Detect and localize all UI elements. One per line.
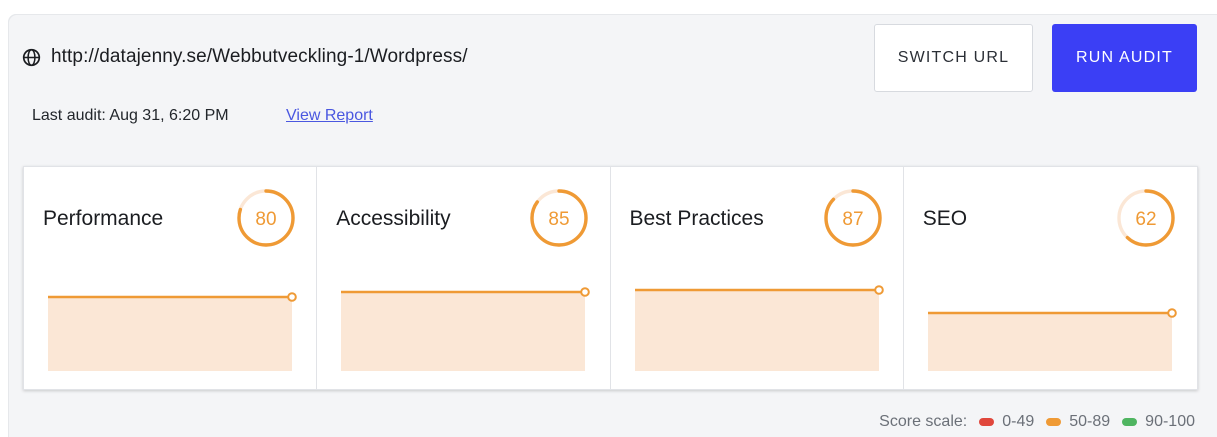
score-cards: Performance 80 Accessibility 85 Best Pra… bbox=[23, 166, 1198, 390]
card-title: SEO bbox=[922, 207, 968, 230]
audited-url: http://datajenny.se/Webbutveckling-1/Wor… bbox=[51, 46, 468, 67]
switch-url-button[interactable]: SWITCH URL bbox=[874, 24, 1033, 92]
score-value: 87 bbox=[842, 209, 863, 230]
score-trend bbox=[48, 292, 297, 371]
last-audit-text: Last audit: Aug 31, 6:20 PM bbox=[32, 107, 229, 124]
legend-label: Score scale: bbox=[879, 413, 968, 430]
card-title: Best Practices bbox=[629, 207, 764, 230]
card-title: Performance bbox=[43, 207, 164, 230]
view-report-link[interactable]: View Report bbox=[286, 107, 373, 125]
card-best-practices[interactable]: Best Practices 87 bbox=[611, 167, 904, 389]
score-gauge: 87 bbox=[823, 189, 882, 247]
score-gauge: 62 bbox=[1117, 189, 1175, 247]
green-dot-icon bbox=[1122, 418, 1138, 426]
url-row: http://datajenny.se/Webbutveckling-1/Wor… bbox=[22, 46, 468, 68]
legend-range: 0-49 bbox=[1002, 413, 1035, 430]
globe-icon bbox=[22, 48, 41, 66]
score-value: 62 bbox=[1135, 209, 1156, 230]
score-gauge: 80 bbox=[237, 189, 295, 247]
card-accessibility[interactable]: Accessibility 85 bbox=[317, 167, 611, 389]
red-dot-icon bbox=[979, 418, 995, 426]
legend-item-orange: 50-89 bbox=[1046, 413, 1110, 431]
score-trend bbox=[927, 308, 1177, 371]
card-seo[interactable]: SEO 62 bbox=[904, 167, 1197, 389]
score-gauge: 85 bbox=[530, 189, 588, 247]
card-title: Accessibility bbox=[336, 207, 451, 230]
legend-item-green: 90-100 bbox=[1122, 413, 1195, 431]
score-trend bbox=[341, 287, 591, 371]
orange-dot-icon bbox=[1046, 418, 1062, 426]
card-performance[interactable]: Performance 80 bbox=[24, 167, 318, 389]
score-trend bbox=[634, 285, 884, 371]
score-value: 80 bbox=[255, 209, 276, 230]
score-scale-legend: Score scale: 0-49 50-89 90-100 bbox=[879, 413, 1195, 431]
run-audit-button[interactable]: RUN AUDIT bbox=[1052, 24, 1197, 92]
legend-item-red: 0-49 bbox=[979, 413, 1034, 431]
legend-range: 90-100 bbox=[1145, 413, 1195, 430]
score-value: 85 bbox=[549, 209, 570, 230]
legend-range: 50-89 bbox=[1069, 413, 1111, 430]
